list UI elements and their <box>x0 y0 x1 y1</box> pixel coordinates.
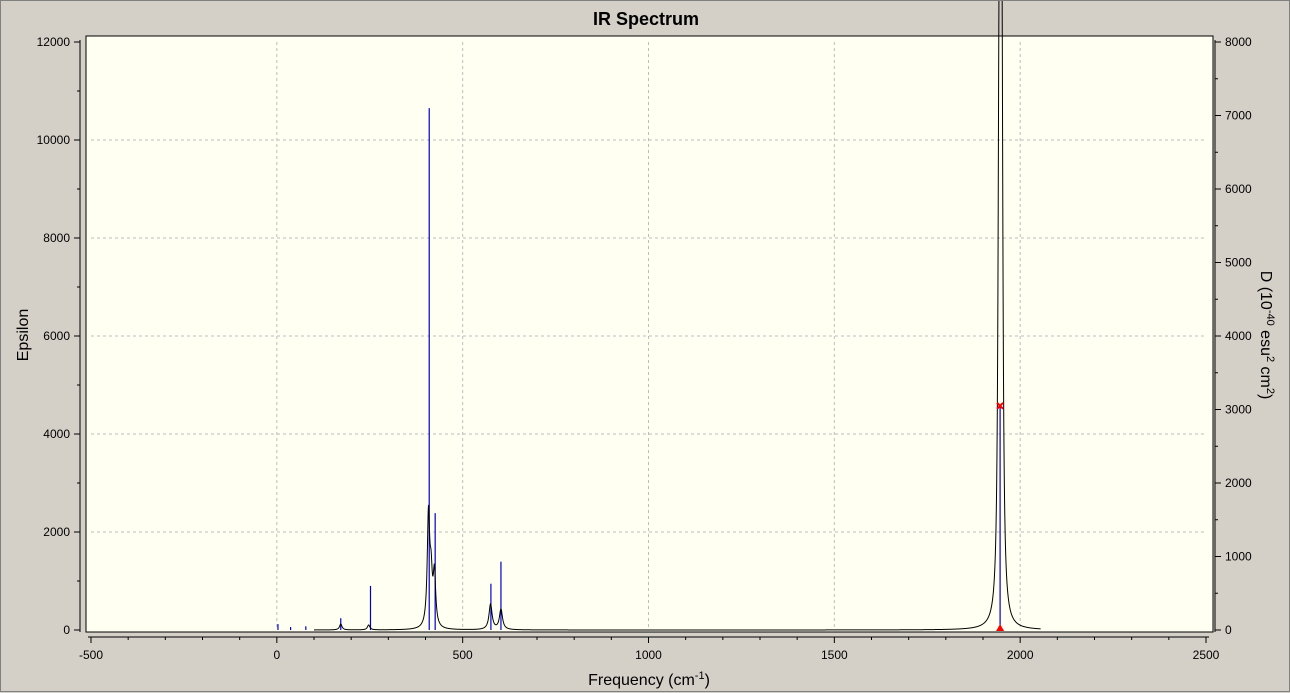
y-right-tick-label: 3000 <box>1225 403 1252 417</box>
x-tick-label: 1500 <box>821 648 848 662</box>
y-right-tick-label: 1000 <box>1225 550 1252 564</box>
x-tick-label: 500 <box>453 648 473 662</box>
x-tick-label: 1000 <box>635 648 662 662</box>
y-left-tick-label: 12000 <box>37 35 71 49</box>
y-right-tick-label: 4000 <box>1225 329 1252 343</box>
y-axis-left-label: Epsilon <box>15 309 32 361</box>
x-axis-label: Frequency (cm-1) <box>588 670 710 689</box>
y-left-tick-label: 2000 <box>43 525 70 539</box>
y-right-tick-label: 7000 <box>1225 109 1252 123</box>
x-tick-label: 0 <box>273 648 280 662</box>
y-left-tick-label: 0 <box>63 623 70 637</box>
y-axis-left: 0 2000 4000 6000 8000 10000 12000 <box>37 35 81 637</box>
y-right-tick-label: 2000 <box>1225 476 1252 490</box>
y-left-tick-label: 10000 <box>37 133 71 147</box>
y-right-tick-label: 8000 <box>1225 35 1252 49</box>
x-tick-label: 2000 <box>1007 648 1034 662</box>
y-axis-right: 0 1000 2000 3000 4000 5000 6000 7000 8000 <box>1214 35 1252 637</box>
chart-window: IR Spectrum -500 0 500 1000 1500 2000 2500 0 20… <box>0 0 1290 692</box>
chart-title: IR Spectrum <box>593 9 699 29</box>
y-axis-right-label: D (10-40 esu2 cm2) <box>1257 271 1276 400</box>
y-right-tick-label: 5000 <box>1225 256 1252 270</box>
plot-area <box>85 35 1214 633</box>
y-left-tick-label: 8000 <box>43 231 70 245</box>
y-left-tick-label: 6000 <box>43 329 70 343</box>
y-right-tick-label: 6000 <box>1225 182 1252 196</box>
y-right-tick-label: 0 <box>1225 623 1232 637</box>
x-axis: -500 0 500 1000 1500 2000 2500 <box>79 636 1220 662</box>
x-tick-label: 2500 <box>1193 648 1220 662</box>
x-tick-label: -500 <box>79 648 103 662</box>
chart-svg: IR Spectrum -500 0 500 1000 1500 2000 2500 0 20… <box>15 1 1276 689</box>
y-left-tick-label: 4000 <box>43 427 70 441</box>
